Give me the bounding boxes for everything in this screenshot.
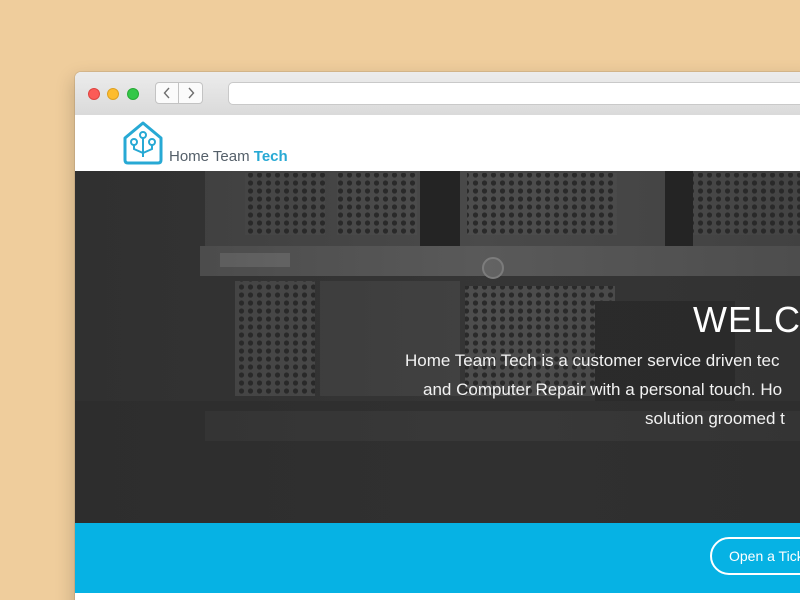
page-content-below <box>75 593 800 600</box>
history-nav <box>155 82 203 104</box>
open-ticket-button[interactable]: Open a Tick <box>710 537 800 575</box>
zoom-window-button[interactable] <box>127 88 139 100</box>
hero-line-2: and Computer Repair with a personal touc… <box>423 380 783 399</box>
hero-title: WELCO <box>693 299 800 340</box>
logo-name-part1: Home Team <box>169 148 254 165</box>
close-window-button[interactable] <box>88 88 100 100</box>
site-header: Home Team Tech <box>75 115 800 171</box>
chevron-right-icon <box>187 87 194 99</box>
hero-line-1: Home Team Tech is a customer service dri… <box>405 351 780 370</box>
address-bar[interactable] <box>228 82 800 105</box>
hero-overlay <box>75 171 800 523</box>
logo-name-part2: Tech <box>253 148 288 165</box>
hero-banner: WELCO Home Team Tech is a customer servi… <box>75 171 800 523</box>
house-circuit-icon[interactable] <box>121 120 165 166</box>
minimize-window-button[interactable] <box>107 88 119 100</box>
cta-bar: Open a Tick <box>75 523 800 593</box>
logo-wordmark[interactable]: Home Team Tech <box>169 148 288 165</box>
hero-line-3: solution groomed t <box>645 409 785 428</box>
browser-window: Home Team Tech WELC Home Team Tech is a … <box>75 72 800 600</box>
chevron-left-icon <box>163 87 170 99</box>
forward-button[interactable] <box>179 82 203 104</box>
back-button[interactable] <box>155 82 179 104</box>
browser-toolbar <box>75 72 800 116</box>
